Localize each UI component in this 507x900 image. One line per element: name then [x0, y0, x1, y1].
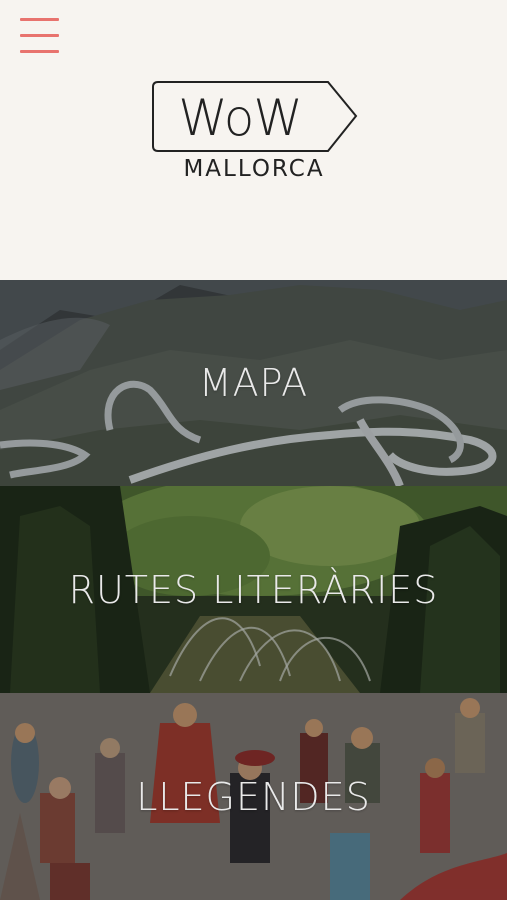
- menu-bar-bottom: [20, 50, 59, 53]
- section-llegendes[interactable]: LLEGENDES: [0, 693, 507, 900]
- menu-bar-top: [20, 18, 59, 21]
- section-label-rutes-literaries: RUTES LITERÀRIES: [68, 567, 439, 612]
- section-rutes-literaries[interactable]: RUTES LITERÀRIES: [0, 486, 507, 693]
- wow-mallorca-logo: WoW MALLORCA: [150, 80, 360, 185]
- section-label-mapa: MAPA: [198, 361, 309, 405]
- app-header: WoW MALLORCA: [0, 0, 507, 280]
- logo-subtitle: MALLORCA: [183, 156, 325, 182]
- hamburger-menu-icon[interactable]: [20, 16, 60, 54]
- menu-bar-middle: [20, 34, 59, 37]
- section-mapa[interactable]: MAPA: [0, 280, 507, 486]
- logo-title: WoW: [178, 89, 303, 147]
- section-label-llegendes: LLEGENDES: [136, 774, 371, 819]
